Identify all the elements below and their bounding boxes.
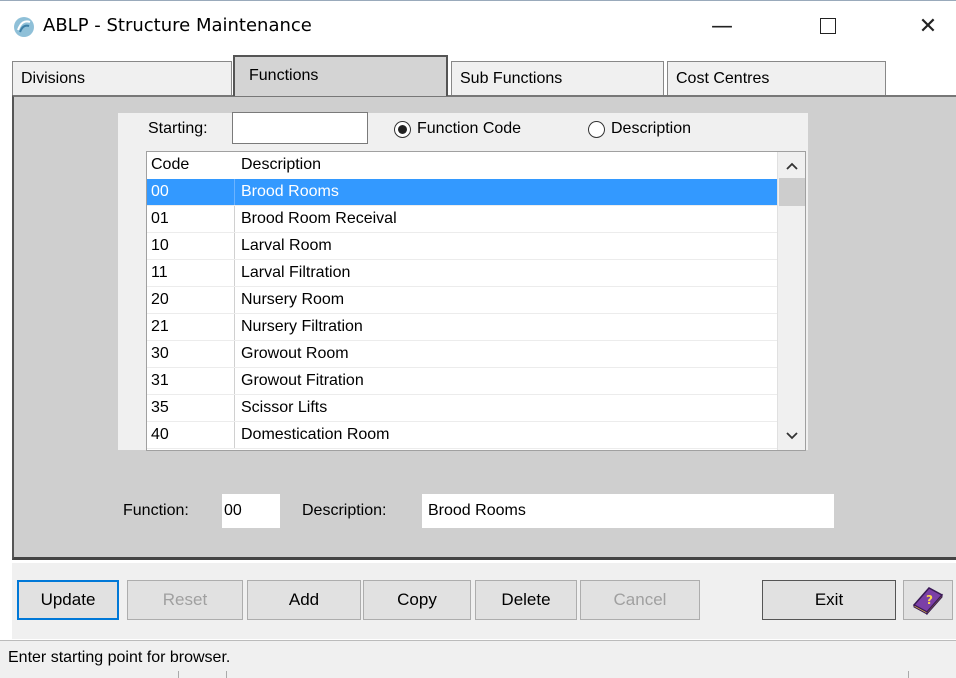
cell-code: 10	[147, 233, 235, 259]
help-book-icon: ?	[912, 587, 944, 615]
cell-description: Scissor Lifts	[241, 399, 328, 416]
title-bar: ABLP - Structure Maintenance — ✕	[0, 0, 956, 48]
starting-label: Starting:	[148, 120, 208, 137]
column-header-description[interactable]: Description	[235, 152, 777, 178]
grid-scrollbar[interactable]	[777, 152, 805, 450]
cell-description: Brood Rooms	[241, 183, 339, 200]
table-row[interactable]: 11 Larval Filtration	[147, 260, 777, 287]
window-title: ABLP - Structure Maintenance	[43, 15, 312, 36]
svg-text:?: ?	[926, 593, 933, 607]
delete-button[interactable]: Delete	[475, 580, 577, 620]
cell-description: Growout Room	[241, 345, 349, 362]
function-value: 00	[222, 494, 280, 528]
radio-selected-icon	[394, 120, 411, 138]
scroll-thumb[interactable]	[779, 178, 805, 206]
close-button[interactable]: ✕	[906, 9, 950, 43]
table-row[interactable]: 21 Nursery Filtration	[147, 314, 777, 341]
status-text: Enter starting point for browser.	[8, 649, 231, 666]
chevron-down-icon	[786, 432, 798, 440]
cell-code: 01	[147, 206, 235, 232]
scroll-down-button[interactable]	[778, 424, 805, 448]
table-row[interactable]: 35 Scissor Lifts	[147, 395, 777, 422]
cell-code: 21	[147, 314, 235, 340]
scroll-up-button[interactable]	[778, 154, 805, 178]
reset-button[interactable]: Reset	[127, 580, 243, 620]
status-divider	[226, 671, 227, 678]
radio-function-code-label: Function Code	[417, 120, 522, 137]
status-bar: Enter starting point for browser.	[0, 640, 956, 678]
status-divider	[178, 671, 179, 678]
cell-description: Larval Filtration	[241, 264, 351, 281]
cell-description: Larval Room	[241, 237, 332, 254]
radio-function-code[interactable]: Function Code	[394, 120, 521, 138]
help-button[interactable]: ?	[903, 580, 953, 620]
cell-code: 30	[147, 341, 235, 367]
cell-description: Domestication Room	[241, 426, 390, 443]
close-icon: ✕	[918, 13, 938, 39]
column-header-code[interactable]: Code	[147, 152, 235, 178]
copy-button[interactable]: Copy	[363, 580, 471, 620]
tab-functions[interactable]: Functions	[233, 55, 448, 96]
chevron-up-icon	[786, 162, 798, 170]
table-row[interactable]: 10 Larval Room	[147, 233, 777, 260]
cell-description: Brood Room Receival	[241, 210, 397, 227]
maximize-button[interactable]	[806, 9, 850, 43]
table-row[interactable]: 31 Growout Fitration	[147, 368, 777, 395]
minimize-icon: —	[711, 13, 733, 39]
exit-button[interactable]: Exit	[762, 580, 896, 620]
table-row[interactable]: 20 Nursery Room	[147, 287, 777, 314]
tab-divisions[interactable]: Divisions	[12, 61, 232, 95]
update-button[interactable]: Update	[17, 580, 119, 620]
maximize-icon	[820, 18, 836, 34]
cell-code: 11	[147, 260, 235, 286]
description-label: Description:	[302, 502, 387, 519]
cell-description: Nursery Room	[241, 291, 345, 308]
functions-grid[interactable]: Code Description 00 Brood Rooms 01 Brood Ro…	[146, 151, 806, 451]
cell-code: 31	[147, 368, 235, 394]
tab-cost-centres[interactable]: Cost Centres	[667, 61, 886, 95]
cell-code: 00	[147, 179, 235, 205]
status-divider	[908, 671, 909, 678]
tab-sub-functions[interactable]: Sub Functions	[451, 61, 664, 95]
table-row[interactable]: 00 Brood Rooms	[147, 179, 777, 206]
app-icon	[14, 17, 34, 37]
cell-description: Nursery Filtration	[241, 318, 363, 335]
tab-strip: Divisions Functions Sub Functions Cost C…	[12, 55, 956, 96]
table-row[interactable]: 30 Growout Room	[147, 341, 777, 368]
cancel-button[interactable]: Cancel	[580, 580, 700, 620]
radio-description[interactable]: Description	[588, 120, 691, 138]
cell-code: 40	[147, 422, 235, 448]
cell-code: 35	[147, 395, 235, 421]
add-button[interactable]: Add	[247, 580, 361, 620]
function-label: Function:	[123, 502, 189, 519]
table-row[interactable]: 40 Domestication Room	[147, 422, 777, 449]
table-row[interactable]: 01 Brood Room Receival	[147, 206, 777, 233]
cell-description: Growout Fitration	[241, 372, 364, 389]
grid-header: Code Description	[147, 152, 777, 178]
description-value: Brood Rooms	[422, 494, 834, 528]
minimize-button[interactable]: —	[700, 9, 744, 43]
starting-input[interactable]	[232, 112, 368, 144]
radio-unselected-icon	[588, 120, 605, 138]
radio-description-label: Description	[611, 120, 692, 137]
cell-code: 20	[147, 287, 235, 313]
